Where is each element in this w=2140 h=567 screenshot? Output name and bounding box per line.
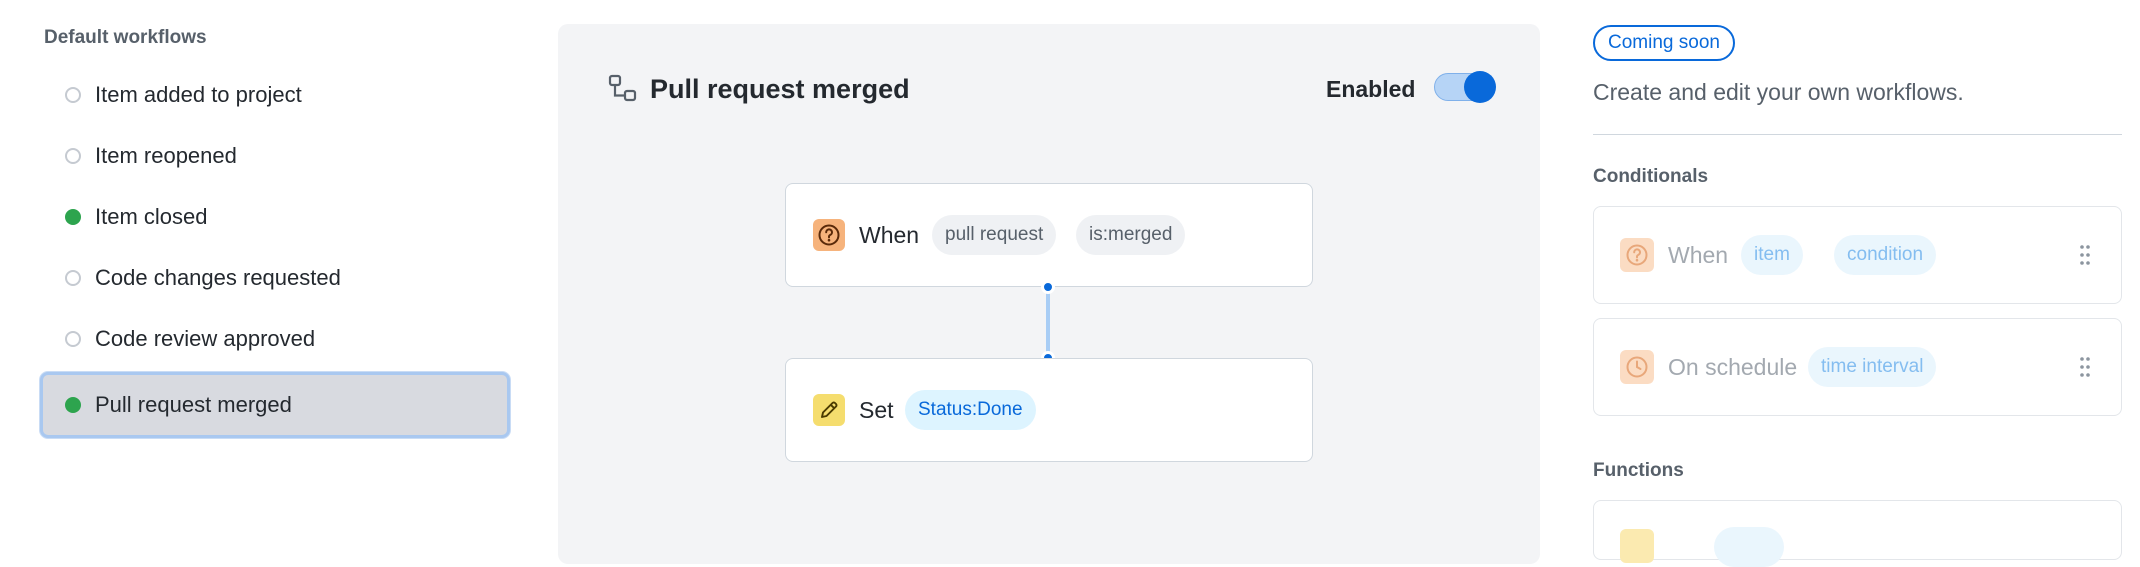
sidebar-item-item-closed[interactable]: Item closed <box>40 189 510 244</box>
enabled-label: Enabled <box>1326 76 1416 102</box>
page-title: Pull request merged <box>650 74 910 104</box>
function-pill <box>1714 527 1784 567</box>
enabled-toggle[interactable] <box>1434 71 1496 103</box>
drag-handle-icon[interactable] <box>2079 244 2091 266</box>
sidebar-item-code-review-approved[interactable]: Code review approved <box>40 311 510 366</box>
functions-heading: Functions <box>1593 460 1684 481</box>
status-dot-icon <box>65 208 81 225</box>
sidebar-item-label: Code changes requested <box>95 264 341 290</box>
on-schedule-card[interactable]: On schedule time interval <box>1593 318 2122 416</box>
status-dot-icon <box>65 147 81 164</box>
sidebar-item-label: Pull request merged <box>95 392 292 417</box>
workflow-list: Item added to project Item reopened Item… <box>40 67 510 444</box>
sidebar-item-label: Item added to project <box>95 81 302 107</box>
sidebar-item-label: Item closed <box>95 203 208 229</box>
sidebar-item-label: Code review approved <box>95 325 316 351</box>
on-schedule-keyword: On schedule <box>1668 353 1798 380</box>
workflow-canvas: Pull request merged Enabled When pull re… <box>558 24 1540 564</box>
drag-handle-icon[interactable] <box>2079 356 2091 378</box>
sidebar-heading: Default workflows <box>44 27 207 48</box>
divider <box>1593 134 2122 135</box>
when-keyword: When <box>859 221 920 248</box>
status-dot-icon <box>65 86 81 103</box>
question-circle-icon <box>1620 238 1654 272</box>
conditionals-heading: Conditionals <box>1593 166 1709 187</box>
trigger-pill-is-merged[interactable]: is:merged <box>1076 215 1186 255</box>
question-circle-icon <box>813 219 845 251</box>
status-dot-icon <box>65 330 81 347</box>
status-dot-icon <box>65 269 81 286</box>
coming-soon-badge: Coming soon <box>1593 25 1735 61</box>
time-interval-pill: time interval <box>1808 347 1937 387</box>
set-keyword: Set <box>859 396 894 423</box>
connector-top-handle[interactable] <box>1041 280 1055 294</box>
function-icon <box>1620 529 1654 563</box>
when-node[interactable]: When pull request is:merged <box>785 183 1313 287</box>
status-dot-icon <box>65 397 81 413</box>
condition-pill: condition <box>1834 235 1937 275</box>
function-card[interactable] <box>1593 500 2122 567</box>
pencil-icon <box>813 394 845 426</box>
clock-icon <box>1620 350 1654 384</box>
when-keyword: When <box>1668 241 1729 268</box>
status-done-pill[interactable]: Status:Done <box>905 390 1036 430</box>
sidebar-item-code-changes-requested[interactable]: Code changes requested <box>40 250 510 305</box>
sidebar-item-pull-request-merged[interactable]: Pull request merged <box>40 372 510 438</box>
sidebar-item-label: Item reopened <box>95 142 237 168</box>
sidebar-item-item-added-to-project[interactable]: Item added to project <box>40 67 510 122</box>
toggle-knob <box>1464 71 1496 103</box>
panel-description: Create and edit your own workflows. <box>1593 79 1964 105</box>
trigger-pill-pull-request[interactable]: pull request <box>932 215 1057 255</box>
item-pill: item <box>1741 235 1803 275</box>
workflow-header: Pull request merged Enabled <box>608 69 1496 109</box>
set-node[interactable]: Set Status:Done <box>785 358 1313 462</box>
when-condition-card[interactable]: When item condition <box>1593 206 2122 304</box>
sidebar-item-item-reopened[interactable]: Item reopened <box>40 128 510 183</box>
workflow-icon <box>608 74 637 102</box>
node-connector <box>1046 287 1050 358</box>
